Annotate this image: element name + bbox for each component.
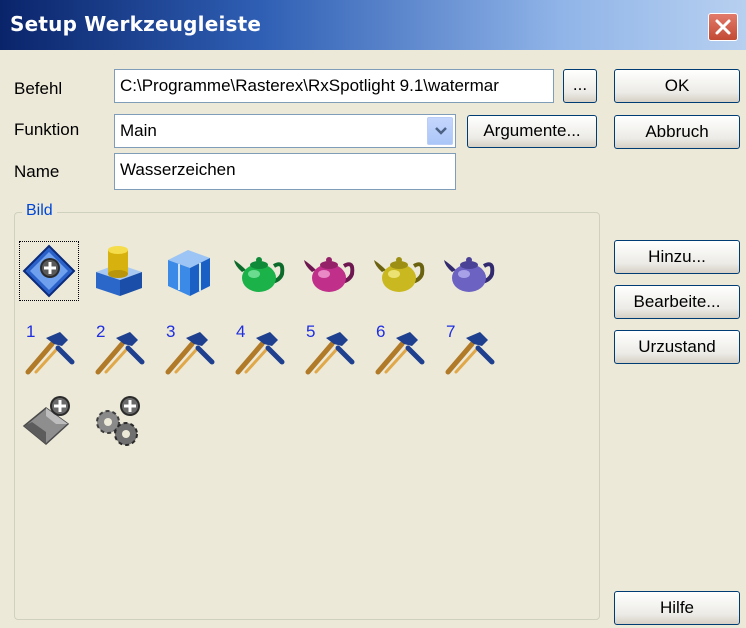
reset-button[interactable]: Urzustand (614, 330, 740, 364)
tool-number: 5 (306, 322, 316, 341)
tool-number: 7 (446, 322, 456, 341)
tool-1-icon[interactable]: 1 (22, 322, 76, 376)
name-label: Name (14, 162, 60, 181)
gray-diamond-add-icon[interactable] (22, 394, 76, 448)
tool-number: 6 (376, 322, 386, 341)
tool-number: 1 (26, 322, 36, 341)
tool-number: 2 (96, 322, 106, 341)
help-button[interactable]: Hilfe (614, 591, 740, 625)
close-icon (715, 19, 731, 35)
tool-5-icon[interactable]: 5 (302, 322, 356, 376)
title-bar[interactable]: Setup Werkzeugleiste (0, 0, 746, 50)
tool-7-icon[interactable]: 7 (442, 322, 496, 376)
teapot-yellow-icon[interactable] (372, 244, 426, 298)
name-input[interactable]: Wasserzeichen (114, 153, 456, 190)
argumente-button[interactable]: Argumente... (467, 115, 597, 148)
tool-number: 4 (236, 322, 246, 341)
bild-group-title: Bild (22, 202, 57, 220)
tool-3-icon[interactable]: 3 (162, 322, 216, 376)
setup-dialog: Setup Werkzeugleiste Befehl C:\Programme… (0, 0, 746, 628)
chevron-down-icon (435, 127, 447, 135)
funktion-label: Funktion (14, 120, 80, 139)
befehl-label: Befehl (14, 79, 63, 98)
dialog-title: Setup Werkzeugleiste (10, 12, 262, 36)
cancel-button[interactable]: Abbruch (614, 115, 740, 149)
funktion-select[interactable]: Main (114, 114, 456, 148)
teapot-green-icon[interactable] (232, 244, 286, 298)
browse-button[interactable]: ... (563, 69, 597, 103)
tool-2-icon[interactable]: 2 (92, 322, 146, 376)
yellow-cylinder-box-icon[interactable] (92, 244, 146, 298)
gears-add-icon[interactable] (92, 394, 146, 448)
dropdown-button[interactable] (427, 117, 453, 145)
tool-number: 3 (166, 322, 176, 341)
funktion-select-value: Main (120, 121, 157, 140)
teapot-purple-icon[interactable] (442, 244, 496, 298)
add-button[interactable]: Hinzu... (614, 240, 740, 274)
tool-6-icon[interactable]: 6 (372, 322, 426, 376)
ok-button[interactable]: OK (614, 69, 740, 103)
teapot-magenta-icon[interactable] (302, 244, 356, 298)
blue-cube-icon[interactable] (162, 244, 216, 298)
tool-4-icon[interactable]: 4 (232, 322, 286, 376)
befehl-input[interactable]: C:\Programme\Rasterex\RxSpotlight 9.1\wa… (114, 69, 554, 103)
edit-button[interactable]: Bearbeite... (614, 285, 740, 319)
blue-diamond-add-icon[interactable] (19, 241, 79, 301)
close-button[interactable] (708, 13, 738, 41)
